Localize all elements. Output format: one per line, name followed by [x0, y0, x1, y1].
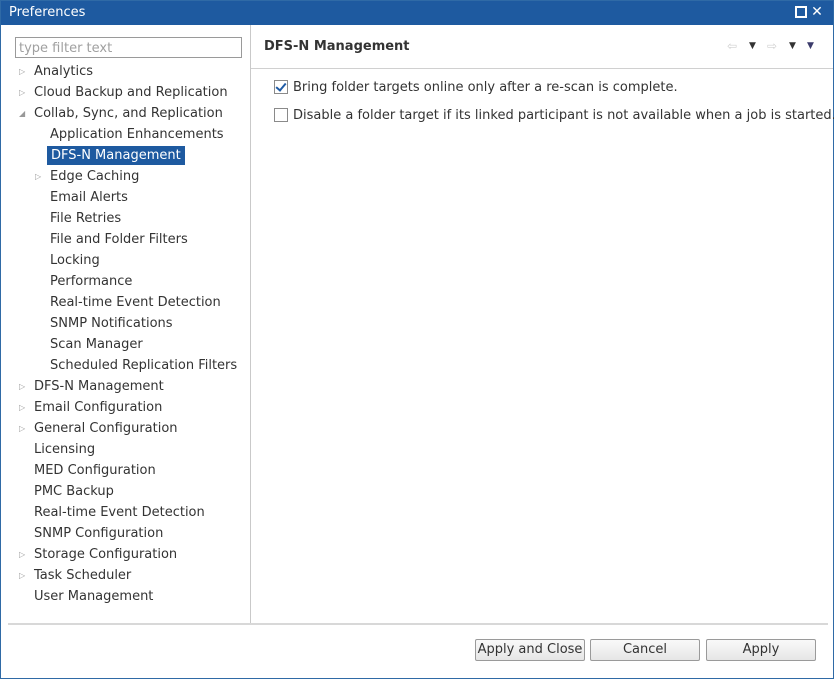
tree-item-label: Real-time Event Detection: [50, 295, 221, 310]
tree-item-label: General Configuration: [34, 421, 178, 436]
tree-item[interactable]: Scheduled Replication Filters: [50, 356, 237, 375]
disable-target-checkbox[interactable]: [274, 108, 288, 122]
tree-item-label: User Management: [34, 589, 154, 604]
collapsed-arrow-icon[interactable]: ▷: [19, 419, 29, 438]
tree-item-label: SNMP Notifications: [50, 316, 173, 331]
tree-item-label: Application Enhancements: [50, 127, 224, 142]
tree-item-label: DFS-N Management: [34, 379, 164, 394]
preference-page: DFS-N Management ⇦ ▼ ⇨ ▼ ▼ Bring folder …: [251, 25, 834, 623]
tree-item[interactable]: SNMP Configuration: [34, 524, 163, 543]
tree-item-label: SNMP Configuration: [34, 526, 164, 541]
collapsed-arrow-icon[interactable]: ▷: [35, 167, 45, 186]
tree-item-label: Storage Configuration: [34, 547, 178, 562]
collapsed-arrow-icon[interactable]: ▷: [19, 566, 29, 585]
collapsed-arrow-icon[interactable]: ▷: [19, 398, 29, 417]
apply-and-close-button[interactable]: Apply and Close: [475, 639, 585, 661]
footer-separator: [8, 623, 828, 625]
tree-item[interactable]: PMC Backup: [34, 482, 114, 501]
tree-item[interactable]: ▷ Storage Configuration: [19, 545, 178, 564]
tree-item[interactable]: MED Configuration: [34, 461, 156, 480]
close-icon: ✕: [811, 4, 823, 20]
tree-item-label: DFS-N Management: [47, 146, 185, 165]
forward-arrow-icon[interactable]: ⇨: [767, 39, 777, 53]
tree-item[interactable]: Performance: [50, 272, 132, 291]
collapsed-arrow-icon[interactable]: ▷: [19, 545, 29, 564]
collapsed-arrow-icon[interactable]: ▷: [19, 377, 29, 396]
page-title: DFS-N Management: [264, 39, 410, 54]
tree-item[interactable]: ▷ DFS-N Management: [19, 377, 164, 396]
filter-input[interactable]: [15, 37, 242, 58]
view-menu-icon[interactable]: ▼: [807, 41, 814, 51]
tree-item[interactable]: ◢ Collab, Sync, and Replication: [19, 104, 223, 123]
header-separator: [251, 68, 833, 69]
preferences-window: Preferences ✕ ▷ Analytics ▷ Cloud Backup an…: [0, 0, 834, 679]
tree-item-label: File and Folder Filters: [50, 232, 188, 247]
tree-item[interactable]: ▷ Edge Caching: [35, 167, 140, 186]
tree-item-label: File Retries: [50, 211, 122, 226]
close-button[interactable]: ✕: [810, 5, 824, 19]
tree-item-label: Task Scheduler: [34, 568, 132, 583]
tree-item[interactable]: ▷ Analytics: [19, 62, 94, 81]
cancel-button[interactable]: Cancel: [590, 639, 700, 661]
tree-item[interactable]: ▷ General Configuration: [19, 419, 178, 438]
tree-item[interactable]: File Retries: [50, 209, 121, 228]
forward-menu-chevron-down-icon[interactable]: ▼: [789, 41, 796, 51]
bring-online-label: Bring folder targets online only after a…: [293, 80, 678, 95]
bring-online-checkbox[interactable]: [274, 80, 288, 94]
maximize-icon: [795, 6, 807, 18]
tree-item-label: Licensing: [34, 442, 96, 457]
tree-item[interactable]: Licensing: [34, 440, 95, 459]
tree-item[interactable]: Scan Manager: [50, 335, 143, 354]
page-nav-toolbar: ⇦ ▼ ⇨ ▼ ▼: [727, 39, 827, 55]
tree-item[interactable]: Real-time Event Detection: [34, 503, 205, 522]
tree-item-label: Edge Caching: [50, 169, 140, 184]
back-arrow-icon[interactable]: ⇦: [727, 39, 737, 53]
tree-item-label: PMC Backup: [34, 484, 114, 499]
tree-item[interactable]: ▷ Task Scheduler: [19, 566, 132, 585]
maximize-button[interactable]: [794, 5, 808, 19]
tree-item-label: MED Configuration: [34, 463, 156, 478]
tree-item[interactable]: SNMP Notifications: [50, 314, 173, 333]
tree-item[interactable]: User Management: [34, 587, 153, 606]
window-title: Preferences: [9, 5, 86, 20]
tree-item-label: Locking: [50, 253, 100, 268]
collapsed-arrow-icon[interactable]: ▷: [19, 62, 29, 81]
collapsed-arrow-icon[interactable]: ▷: [19, 83, 29, 102]
tree-item-label: Email Alerts: [50, 190, 128, 205]
expanded-arrow-icon[interactable]: ◢: [19, 104, 29, 123]
tree-item-label: Cloud Backup and Replication: [34, 85, 228, 100]
tree-item-label: Performance: [50, 274, 133, 289]
tree-item[interactable]: Locking: [50, 251, 100, 270]
tree-item[interactable]: Real-time Event Detection: [50, 293, 221, 312]
tree-item-label: Real-time Event Detection: [34, 505, 205, 520]
disable-target-label: Disable a folder target if its linked pa…: [293, 108, 834, 123]
apply-button[interactable]: Apply: [706, 639, 816, 661]
tree-item-label: Scheduled Replication Filters: [50, 358, 238, 373]
tree-item[interactable]: DFS-N Management: [47, 146, 185, 165]
back-menu-chevron-down-icon[interactable]: ▼: [749, 41, 756, 51]
tree-item-label: Collab, Sync, and Replication: [34, 106, 223, 121]
title-bar: Preferences ✕: [1, 1, 833, 25]
tree-item[interactable]: ▷ Cloud Backup and Replication: [19, 83, 228, 102]
tree-item-label: Email Configuration: [34, 400, 163, 415]
tree-item[interactable]: Application Enhancements: [50, 125, 224, 144]
tree-item[interactable]: Email Alerts: [50, 188, 128, 207]
tree-item-label: Scan Manager: [50, 337, 143, 352]
tree-item[interactable]: ▷ Email Configuration: [19, 398, 163, 417]
tree-item-label: Analytics: [34, 64, 94, 79]
tree-item[interactable]: File and Folder Filters: [50, 230, 188, 249]
preference-sidebar: ▷ Analytics ▷ Cloud Backup and Replication ◢…: [8, 25, 250, 623]
